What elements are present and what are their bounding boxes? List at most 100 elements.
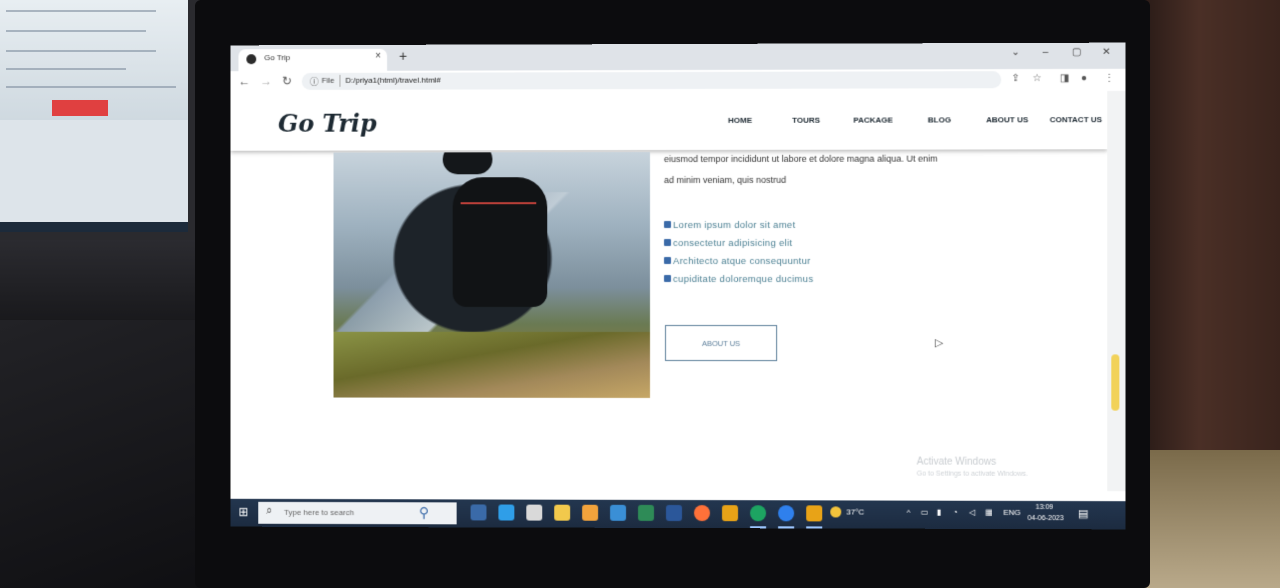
bookmark-star-icon[interactable]: ☆ — [1033, 73, 1042, 84]
nav-home[interactable]: HOME — [728, 116, 752, 125]
tray-battery-icon[interactable]: ▮ — [937, 508, 941, 517]
background-text-line — [6, 50, 156, 52]
windows-start-icon[interactable]: ⊞ — [238, 505, 248, 519]
share-icon[interactable]: ⇪ — [1011, 73, 1019, 84]
background-red-button — [52, 100, 108, 116]
tray-network-icon[interactable]: ▭ — [921, 508, 929, 517]
monitor-base — [0, 240, 210, 330]
windows-taskbar: ⊞ ⌕ Type here to search ⚲ 37°C ^ ▭ ▮ ◔ ◁… — [231, 499, 1126, 530]
cloth — [1140, 450, 1280, 588]
checklist-text: Lorem ipsum dolor sit amet — [673, 220, 796, 231]
background-monitor — [0, 0, 200, 250]
tray-volume-icon[interactable]: ◁ — [969, 508, 975, 517]
paragraph-line: eiusmod tempor incididunt ut labore et d… — [664, 153, 937, 165]
checklist-item: Architecto atque consequuntur — [664, 256, 811, 267]
tray-language[interactable]: ENG — [1003, 508, 1020, 517]
taskbar-app-list — [231, 499, 1126, 501]
taskbar-app-icon[interactable] — [582, 505, 598, 521]
page-scrollbar[interactable] — [1107, 91, 1125, 491]
tab-title: Go Trip — [264, 53, 290, 62]
nav-blog[interactable]: BLOG — [928, 115, 951, 124]
bicycle-icon: ⚲ — [419, 504, 429, 521]
mouse-cursor-icon: ▷ — [935, 336, 944, 349]
activate-windows-subtitle: Go to Settings to activate Windows. — [917, 471, 1028, 478]
checklist-text: cupiditate doloremque ducimus — [673, 274, 813, 285]
keyboard — [0, 320, 215, 588]
taskbar-search-box[interactable]: ⌕ Type here to search ⚲ — [258, 502, 456, 524]
taskbar-app-icon[interactable] — [526, 505, 542, 521]
checklist-item: Lorem ipsum dolor sit amet — [664, 220, 796, 231]
checklist-text: Architecto atque consequuntur — [673, 256, 811, 267]
weather-temperature[interactable]: 37°C — [846, 507, 864, 516]
site-logo[interactable]: Go Trip — [278, 109, 377, 138]
web-page: Go Trip HOME TOURS PACKAGE BLOG ABOUT US… — [231, 91, 1108, 491]
nav-tours[interactable]: TOURS — [792, 116, 820, 125]
checkbox-icon — [664, 239, 671, 246]
checklist-text: consectetur adipisicing elit — [673, 238, 792, 249]
checkbox-icon — [664, 257, 671, 264]
checklist-item: cupiditate doloremque ducimus — [664, 274, 813, 285]
close-window-button[interactable]: ✕ — [1102, 47, 1110, 58]
site-header: Go Trip HOME TOURS PACKAGE BLOG ABOUT US… — [231, 91, 1108, 151]
browser-tab[interactable]: Go Trip × — [238, 49, 387, 71]
photo-hiker-head — [443, 152, 493, 174]
taskbar-app-icon[interactable] — [666, 505, 682, 521]
taskbar-app-icon[interactable] — [638, 505, 654, 521]
laptop-screen: Go Trip × + ⌄ – ▢ ✕ ← → ↻ ⓘ File D:/priy… — [231, 43, 1126, 530]
activate-windows-title: Activate Windows — [917, 457, 996, 468]
back-icon[interactable]: ← — [238, 74, 250, 88]
taskbar-app-icon[interactable] — [554, 505, 570, 521]
about-us-button[interactable]: ABOUT US — [665, 325, 777, 361]
globe-icon — [246, 54, 256, 64]
browser-tab-bar: Go Trip × + ⌄ – ▢ ✕ — [231, 43, 1126, 72]
profile-icon[interactable]: ● — [1081, 73, 1087, 84]
taskbar-app-icon[interactable] — [778, 505, 794, 521]
background-taskbar — [0, 222, 188, 232]
nav-about-us[interactable]: ABOUT US — [986, 115, 1028, 124]
weather-icon[interactable] — [830, 506, 841, 517]
photo-backpack — [453, 177, 548, 307]
tab-search-icon[interactable]: ⌄ — [1011, 47, 1019, 58]
reload-icon[interactable]: ↻ — [282, 74, 292, 88]
taskbar-active-indicator — [806, 526, 822, 528]
tray-keyboard-icon[interactable]: ▦ — [985, 508, 993, 517]
tray-wifi-icon[interactable]: ◔ — [953, 508, 958, 517]
taskbar-app-icon[interactable] — [694, 505, 710, 521]
minimize-button[interactable]: – — [1043, 47, 1049, 58]
background-text-line — [6, 30, 146, 32]
address-bar[interactable]: ⓘ File D:/priya1(html)/travel.html# — [302, 71, 1001, 90]
search-icon: ⌕ — [266, 505, 272, 518]
url-scheme: File — [322, 76, 335, 85]
taskbar-app-icon[interactable] — [610, 505, 626, 521]
side-panel-icon[interactable]: ◨ — [1060, 73, 1070, 84]
info-icon[interactable]: ⓘ — [310, 75, 319, 88]
taskbar-app-icon[interactable] — [498, 505, 514, 521]
nav-contact-us[interactable]: CONTACT US — [1050, 115, 1102, 124]
taskbar-app-icon[interactable] — [471, 504, 487, 520]
hiker-photo — [334, 152, 650, 398]
forward-icon[interactable]: → — [260, 74, 272, 88]
photo-backpack-strap — [461, 202, 537, 204]
menu-icon[interactable]: ⋮ — [1104, 73, 1114, 84]
search-placeholder: Type here to search — [284, 508, 354, 517]
url-divider — [339, 75, 340, 87]
checkbox-icon — [664, 221, 671, 228]
background-text-line — [6, 86, 176, 88]
maximize-button[interactable]: ▢ — [1072, 47, 1082, 58]
new-tab-button[interactable]: + — [399, 48, 407, 64]
taskbar-app-icon[interactable] — [806, 505, 822, 521]
taskbar-app-icon[interactable] — [750, 505, 766, 521]
notification-icon[interactable]: ▤ — [1078, 507, 1089, 520]
tray-chevron-icon[interactable]: ^ — [907, 508, 911, 517]
clock-time[interactable]: 13:09 — [1036, 504, 1054, 511]
taskbar-active-indicator — [778, 526, 794, 528]
clock-date[interactable]: 04-06-2023 — [1027, 515, 1063, 522]
paragraph-line: ad minim veniam, quis nostrud — [664, 174, 786, 186]
taskbar-app-icon[interactable] — [722, 505, 738, 521]
nav-package[interactable]: PACKAGE — [853, 116, 893, 125]
scrollbar-thumb[interactable] — [1111, 354, 1119, 410]
close-tab-icon[interactable]: × — [375, 51, 381, 62]
url-text[interactable]: D:/priya1(html)/travel.html# — [345, 76, 440, 85]
background-text-line — [6, 68, 126, 70]
photo-grass — [334, 332, 650, 398]
